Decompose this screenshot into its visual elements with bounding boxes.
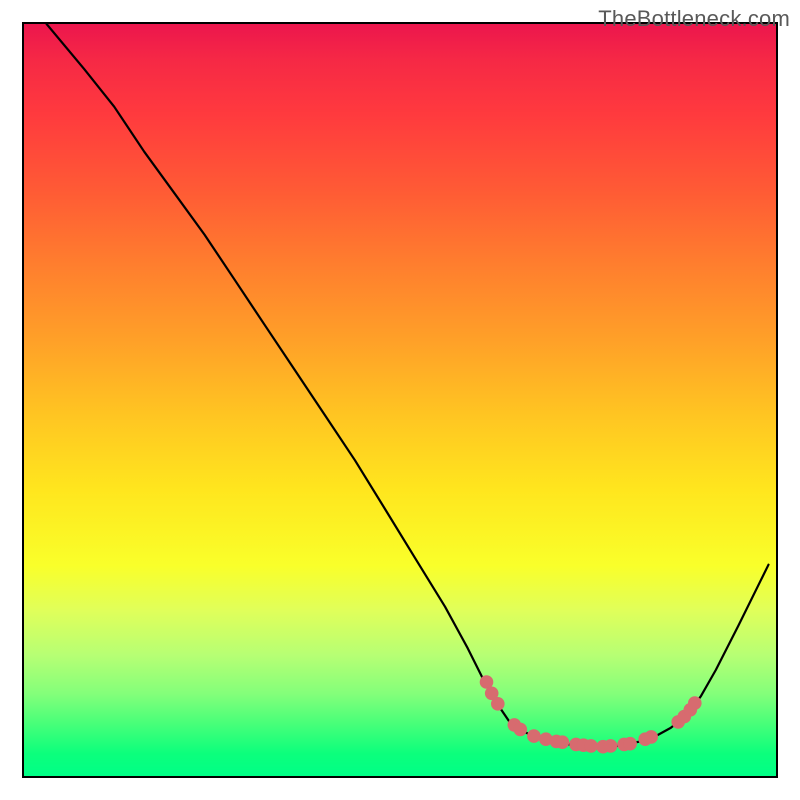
marker-dot: [623, 737, 637, 751]
marker-dot: [491, 697, 505, 711]
plot-area: [22, 22, 778, 778]
marker-dot: [527, 729, 541, 743]
marker-dot: [604, 739, 618, 753]
marker-dot: [644, 730, 658, 744]
marker-dot: [584, 739, 598, 753]
watermark-label: TheBottleneck.com: [598, 6, 790, 32]
marker-dot: [688, 696, 702, 710]
marker-dot: [556, 735, 570, 749]
chart-container: TheBottleneck.com: [0, 0, 800, 800]
marker-layer: [24, 24, 776, 776]
marker-dot: [514, 723, 528, 737]
